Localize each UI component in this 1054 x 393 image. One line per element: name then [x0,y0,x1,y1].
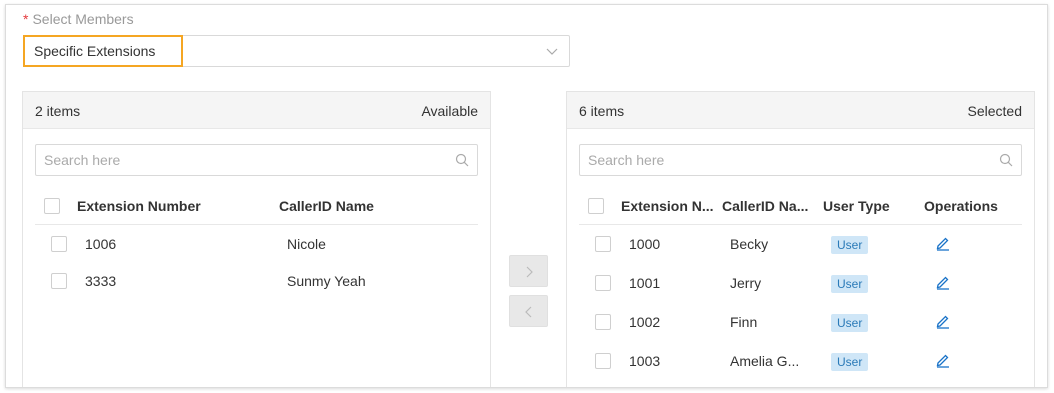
callerid-name: Nicole [287,236,326,252]
move-left-button[interactable] [509,295,548,327]
extension-number: 1003 [629,353,661,369]
search-icon[interactable] [455,153,469,167]
table-row[interactable]: 3333 Sunmy Yeah [35,262,478,300]
member-selector-frame: * Select Members Specific Extensions 2 it… [5,4,1048,388]
extension-number: 1001 [629,275,661,291]
callerid-name: Becky [730,236,769,252]
table-row[interactable]: 1000 Becky User [579,225,1022,263]
user-type-badge: User [831,353,869,371]
extension-number: 3333 [85,273,117,289]
selected-table-header: Extension N... CallerID Na... User Type … [579,187,1022,225]
table-row[interactable]: 1003 Amelia G... User [579,342,1022,380]
selected-panel: 6 items Selected Extension N... CallerID… [566,91,1035,387]
user-type-badge: User [831,314,869,332]
chevron-down-icon [546,48,558,55]
members-dropdown[interactable]: Specific Extensions [23,35,570,67]
available-search [35,144,478,176]
edit-pencil-icon[interactable] [935,352,951,368]
extension-number: 1006 [85,236,117,252]
callerid-name: Jerry [730,275,762,291]
select-members-label: * Select Members [23,11,134,27]
table-row[interactable]: 1001 Jerry User [579,264,1022,302]
column-header-extension-number[interactable]: Extension Number [77,198,201,214]
user-type-badge: User [831,275,869,293]
available-select-all-checkbox[interactable] [44,198,60,214]
table-row[interactable]: 1002 Finn User [579,303,1022,341]
column-header-operations: Operations [924,198,998,214]
available-panel: 2 items Available Extension Number Calle… [22,91,491,387]
row-checkbox[interactable] [595,353,611,369]
chevron-left-icon [525,306,532,318]
required-mark: * [23,11,29,27]
table-row[interactable]: 1006 Nicole [35,225,478,263]
selected-search [579,144,1022,176]
selected-search-input[interactable] [580,145,980,175]
row-checkbox[interactable] [595,314,611,330]
dropdown-value: Specific Extensions [34,43,156,59]
extension-number: 1002 [629,314,661,330]
row-checkbox[interactable] [51,273,67,289]
select-members-label-text: Select Members [32,11,134,27]
edit-pencil-icon[interactable] [935,313,951,329]
available-count: 2 items [35,103,81,119]
callerid-name: Sunmy Yeah [287,273,366,289]
extension-number: 1000 [629,236,661,252]
chevron-right-icon [526,266,533,278]
column-header-callerid-name[interactable]: CallerID Name [279,198,374,214]
move-right-button[interactable] [509,255,548,287]
selected-count: 6 items [579,103,625,119]
selected-title: Selected [967,103,1022,119]
available-title: Available [421,103,478,119]
row-checkbox[interactable] [51,236,67,252]
available-search-input[interactable] [36,145,436,175]
column-header-callerid-name[interactable]: CallerID Na... [722,198,808,214]
edit-pencil-icon[interactable] [935,274,951,290]
row-checkbox[interactable] [595,236,611,252]
available-table-header: Extension Number CallerID Name [35,187,478,225]
edit-pencil-icon[interactable] [935,235,951,251]
callerid-name: Amelia G... [730,353,800,369]
column-header-user-type[interactable]: User Type [823,198,890,214]
row-checkbox[interactable] [595,275,611,291]
column-header-extension-number[interactable]: Extension N... [621,198,714,214]
search-icon[interactable] [999,153,1013,167]
selected-panel-header: 6 items Selected [567,92,1034,129]
callerid-name: Finn [730,314,758,330]
selected-select-all-checkbox[interactable] [588,198,604,214]
user-type-badge: User [831,236,869,254]
available-panel-header: 2 items Available [23,92,490,129]
